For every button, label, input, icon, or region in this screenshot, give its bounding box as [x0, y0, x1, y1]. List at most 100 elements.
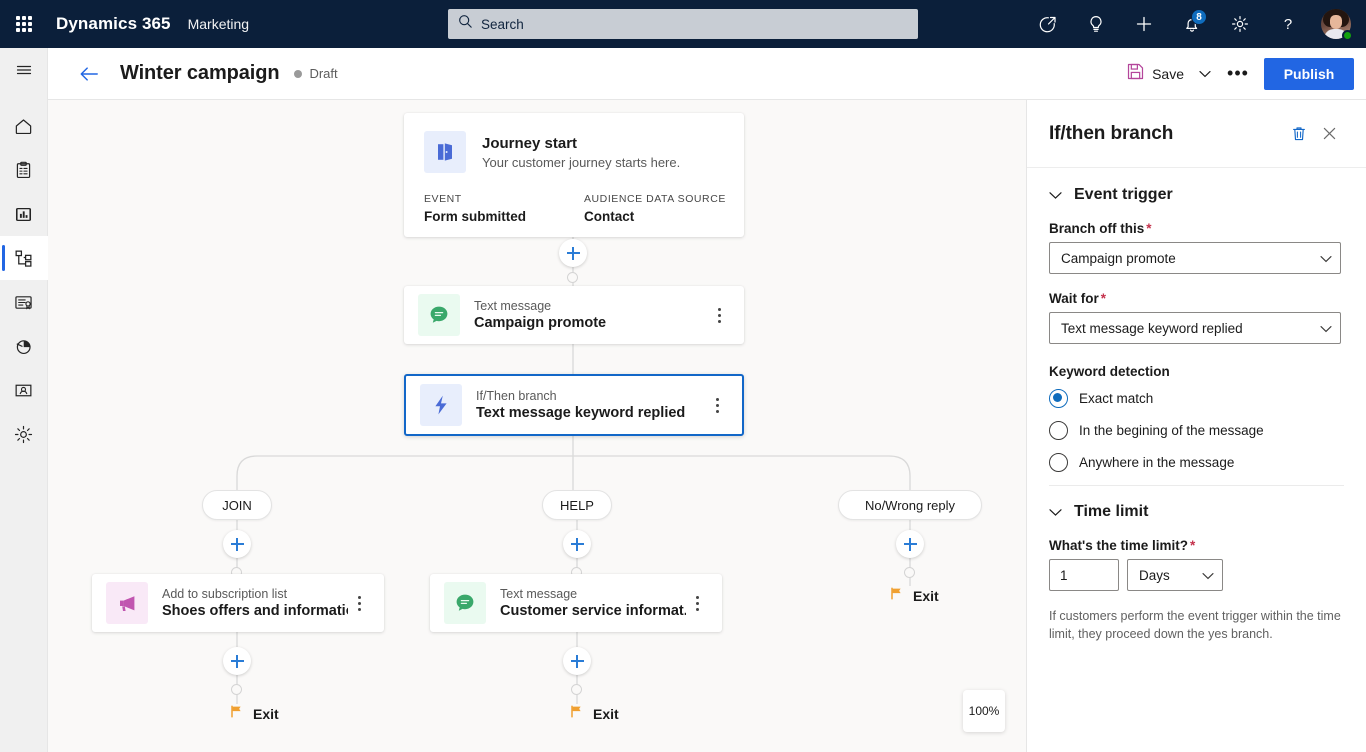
- node-text-message-campaign-promote[interactable]: Text message Campaign promote: [404, 286, 744, 344]
- time-limit-row: Days: [1049, 559, 1344, 591]
- radio-beginning-of-message[interactable]: In the begining of the message: [1049, 421, 1344, 440]
- audience-value: Contact: [584, 209, 744, 224]
- sidebar-item-home[interactable]: [0, 104, 48, 148]
- brand-title[interactable]: Dynamics 365: [56, 14, 171, 34]
- save-icon: [1127, 63, 1144, 85]
- trending-arrow-icon[interactable]: [1024, 0, 1072, 48]
- radio-anywhere-in-message[interactable]: Anywhere in the message: [1049, 453, 1344, 472]
- branch-label-no-wrong-reply[interactable]: No/Wrong reply: [838, 490, 982, 520]
- search-input[interactable]: Search: [448, 9, 918, 39]
- notification-badge: 8: [1191, 9, 1207, 25]
- branch-label-join[interactable]: JOIN: [202, 490, 272, 520]
- chat-bubble-icon: [418, 294, 460, 336]
- connector-endpoint: [567, 272, 578, 283]
- save-button[interactable]: Save: [1119, 57, 1192, 91]
- gear-icon[interactable]: [1216, 0, 1264, 48]
- top-navigation-bar: Dynamics 365 Marketing Search 8 ?: [0, 0, 1366, 48]
- journey-start-event-field: EVENT Form submitted: [424, 193, 584, 224]
- radio-exact-match[interactable]: Exact match: [1049, 389, 1344, 408]
- add-step-button[interactable]: [559, 239, 587, 267]
- journey-canvas[interactable]: Journey start Your customer journey star…: [48, 100, 1026, 752]
- wait-for-label-text: Wait for: [1049, 291, 1099, 306]
- wait-for-dropdown[interactable]: Text message keyword replied: [1049, 312, 1341, 344]
- exit-node[interactable]: Exit: [569, 704, 619, 724]
- node-name-label: Customer service informat..: [500, 603, 686, 619]
- app-name-label[interactable]: Marketing: [188, 16, 249, 32]
- branch-off-label: Branch off this*: [1049, 221, 1344, 236]
- sidebar-item-customer-journeys[interactable]: [0, 236, 48, 280]
- lightning-bolt-icon: [420, 384, 462, 426]
- exit-label: Exit: [253, 706, 279, 722]
- branch-label-help[interactable]: HELP: [542, 490, 612, 520]
- sidebar-item-marketing-forms[interactable]: [0, 280, 48, 324]
- exit-label: Exit: [593, 706, 619, 722]
- add-step-button[interactable]: [563, 647, 591, 675]
- exit-label: Exit: [913, 588, 939, 604]
- flag-icon: [569, 704, 584, 724]
- branch-off-label-text: Branch off this: [1049, 221, 1144, 236]
- back-button[interactable]: [72, 57, 106, 91]
- zoom-level-control[interactable]: 100%: [963, 690, 1005, 732]
- exit-node[interactable]: Exit: [889, 586, 939, 606]
- add-step-button[interactable]: [223, 530, 251, 558]
- section-event-trigger[interactable]: Event trigger: [1049, 186, 1344, 204]
- node-name-label: Text message keyword replied: [476, 405, 706, 421]
- avatar[interactable]: [1312, 0, 1360, 48]
- section-time-limit[interactable]: Time limit: [1049, 503, 1344, 521]
- bell-icon[interactable]: 8: [1168, 0, 1216, 48]
- close-icon[interactable]: [1314, 119, 1344, 149]
- node-type-label: Text message: [500, 587, 686, 601]
- sidebar-item-segments[interactable]: [0, 368, 48, 412]
- node-more-options-icon[interactable]: [708, 300, 730, 330]
- command-bar-actions: Save ••• Publish: [1119, 57, 1354, 91]
- time-limit-unit-dropdown[interactable]: Days: [1127, 559, 1223, 591]
- publish-button[interactable]: Publish: [1264, 58, 1354, 90]
- section-title: Event trigger: [1074, 186, 1173, 204]
- branch-off-dropdown[interactable]: Campaign promote: [1049, 242, 1341, 274]
- required-marker: *: [1146, 221, 1151, 236]
- connector-endpoint: [231, 684, 242, 695]
- add-step-button[interactable]: [563, 530, 591, 558]
- sidebar-item-hamburger[interactable]: [0, 48, 48, 92]
- node-add-to-subscription-list[interactable]: Add to subscription list Shoes offers an…: [92, 574, 384, 632]
- node-text-message-customer-service[interactable]: Text message Customer service informat..: [430, 574, 722, 632]
- plus-icon[interactable]: [1120, 0, 1168, 48]
- radio-indicator[interactable]: [1049, 421, 1068, 440]
- branch-off-value: Campaign promote: [1061, 251, 1320, 266]
- chat-bubble-icon: [444, 582, 486, 624]
- radio-indicator[interactable]: [1049, 389, 1068, 408]
- radio-indicator[interactable]: [1049, 453, 1068, 472]
- add-step-button[interactable]: [896, 530, 924, 558]
- megaphone-icon: [106, 582, 148, 624]
- sidebar-item-marketing[interactable]: [0, 192, 48, 236]
- journey-start-subtitle: Your customer journey starts here.: [482, 155, 680, 170]
- time-limit-amount-input[interactable]: [1049, 559, 1119, 591]
- properties-panel: If/then branch Event trigger Branch off …: [1026, 100, 1366, 752]
- sidebar-item-recent[interactable]: [0, 148, 48, 192]
- chevron-down-icon: [1049, 508, 1062, 517]
- time-limit-question-label: What's the time limit?*: [1049, 538, 1344, 553]
- save-chevron-down-icon[interactable]: [1192, 57, 1218, 91]
- node-more-options-icon[interactable]: [706, 390, 728, 420]
- sidebar-item-analytics[interactable]: [0, 324, 48, 368]
- node-more-options-icon[interactable]: [686, 588, 708, 618]
- trash-icon[interactable]: [1284, 119, 1314, 149]
- more-options-button[interactable]: •••: [1222, 57, 1254, 91]
- node-more-options-icon[interactable]: [348, 588, 370, 618]
- question-icon[interactable]: ?: [1264, 0, 1312, 48]
- journey-start-node[interactable]: Journey start Your customer journey star…: [404, 113, 744, 237]
- node-ifthen-branch[interactable]: If/Then branch Text message keyword repl…: [404, 374, 744, 436]
- save-label: Save: [1152, 66, 1184, 82]
- status-badge: Draft: [294, 66, 337, 81]
- required-marker: *: [1101, 291, 1106, 306]
- node-type-label: If/Then branch: [476, 389, 706, 403]
- lightbulb-icon[interactable]: [1072, 0, 1120, 48]
- chevron-down-icon: [1320, 251, 1332, 266]
- node-name-label: Shoes offers and information: [162, 603, 348, 619]
- chevron-down-icon: [1049, 191, 1062, 200]
- event-label: EVENT: [424, 193, 584, 205]
- add-step-button[interactable]: [223, 647, 251, 675]
- exit-node[interactable]: Exit: [229, 704, 279, 724]
- sidebar-item-settings[interactable]: [0, 412, 48, 456]
- app-launcher-icon[interactable]: [0, 0, 48, 48]
